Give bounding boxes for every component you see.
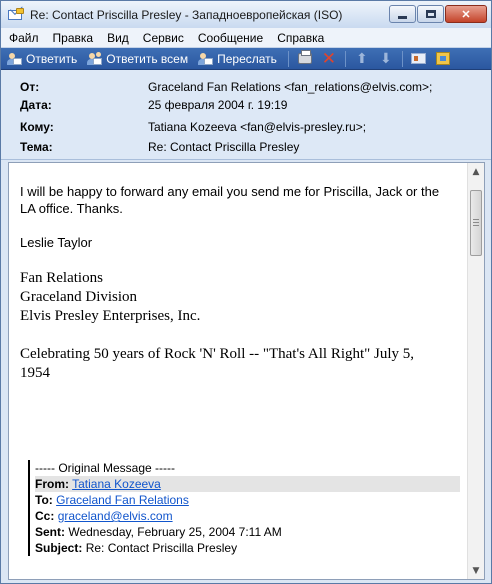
signature-line: Graceland Division	[20, 289, 138, 305]
mail-message-icon	[8, 7, 24, 22]
previous-icon: ⬆	[356, 50, 368, 67]
toolbar: Ответить Ответить всем Переслать ✕ ⬆ ⬇	[1, 48, 491, 70]
reply-icon	[7, 52, 23, 66]
vertical-scrollbar[interactable]: ▲ ▼	[467, 163, 484, 579]
body-line: I will be happy to forward any email you…	[20, 184, 440, 199]
toolbar-separator	[401, 50, 403, 67]
reply-button[interactable]: Ответить	[4, 49, 80, 69]
quoted-cc-link[interactable]: graceland@elvis.com	[58, 509, 173, 523]
quoted-from-link[interactable]: Tatiana Kozeeva	[72, 477, 161, 491]
message-header: От: Graceland Fan Relations <fan_relatio…	[1, 70, 491, 160]
original-message-header: ----- Original Message -----	[35, 461, 176, 475]
message-text: I will be happy to forward any email you…	[20, 183, 460, 383]
menu-tools[interactable]: Сервис	[143, 31, 184, 45]
quoted-message: ----- Original Message ----- From: Tatia…	[28, 460, 460, 556]
message-body[interactable]: I will be happy to forward any email you…	[8, 162, 485, 580]
forward-label: Переслать	[217, 51, 277, 66]
print-icon	[297, 50, 312, 64]
print-button[interactable]	[296, 50, 314, 68]
minimize-icon	[398, 15, 407, 19]
from-label: От:	[20, 80, 40, 94]
toolbar-separator	[344, 50, 346, 67]
menu-view[interactable]: Вид	[107, 31, 129, 45]
scroll-up-icon: ▲	[472, 166, 480, 177]
quoted-to-row: To: Graceland Fan Relations	[35, 492, 460, 508]
date-label: Дата:	[20, 98, 52, 112]
quoted-sent-label: Sent:	[35, 525, 65, 539]
scroll-down-button[interactable]: ▼	[468, 562, 484, 579]
next-button[interactable]: ⬇	[377, 50, 395, 68]
addresses-icon	[411, 53, 427, 64]
close-button[interactable]: ✕	[445, 5, 487, 23]
reply-label: Ответить	[26, 51, 78, 66]
quoted-cc-row: Cc: graceland@elvis.com	[35, 508, 460, 524]
grid-button[interactable]	[434, 50, 452, 68]
reply-all-button[interactable]: Ответить всем	[84, 49, 191, 69]
scroll-grip	[473, 219, 479, 220]
message-window: Re: Contact Priscilla Presley - Западное…	[0, 0, 492, 584]
quoted-to-label: To:	[35, 493, 53, 507]
close-icon: ✕	[461, 8, 471, 21]
quoted-sent-value: Wednesday, February 25, 2004 7:11 AM	[68, 525, 282, 539]
menu-message[interactable]: Сообщение	[198, 31, 263, 45]
date-value: 25 февраля 2004 г. 19:19	[148, 98, 288, 112]
signature-line: Elvis Presley Enterprises, Inc.	[20, 308, 201, 324]
title-bar[interactable]: Re: Contact Priscilla Presley - Западное…	[1, 1, 491, 28]
forward-button[interactable]: Переслать	[195, 49, 280, 69]
quoted-from-row: From: Tatiana Kozeeva	[35, 476, 460, 492]
scroll-grip	[473, 222, 479, 223]
addresses-button[interactable]	[410, 50, 428, 68]
scroll-down-icon: ▼	[472, 565, 480, 576]
quoted-subject-label: Subject:	[35, 541, 83, 555]
next-icon: ⬇	[380, 50, 392, 67]
signature-line: Fan Relations	[20, 270, 103, 286]
from-value[interactable]: Graceland Fan Relations <fan_relations@e…	[148, 80, 432, 94]
body-line: LA office. Thanks.	[20, 201, 123, 216]
scroll-up-button[interactable]: ▲	[468, 163, 484, 180]
grid-icon	[435, 52, 450, 65]
delete-icon: ✕	[321, 48, 337, 69]
header-to-row: Кому: Tatiana Kozeeva <fan@elvis-presley…	[1, 116, 491, 138]
toolbar-separator	[287, 50, 289, 67]
quoted-sent-row: Sent: Wednesday, February 25, 2004 7:11 …	[35, 524, 460, 540]
maximize-icon	[425, 10, 436, 18]
scroll-thumb[interactable]	[470, 190, 482, 256]
menu-file[interactable]: Файл	[9, 31, 39, 45]
celebrating-line: Celebrating 50 years of Rock 'N' Roll --…	[20, 346, 415, 362]
header-subject-row: Тема: Re: Contact Priscilla Presley	[1, 136, 491, 158]
menu-help[interactable]: Справка	[277, 31, 324, 45]
celebrating-line: 1954	[20, 365, 50, 381]
forward-icon	[198, 52, 214, 66]
reply-all-icon	[87, 51, 103, 66]
quoted-to-link[interactable]: Graceland Fan Relations	[56, 493, 189, 507]
quoted-subject-row: Subject: Re: Contact Priscilla Presley	[35, 540, 460, 556]
previous-button[interactable]: ⬆	[353, 50, 371, 68]
maximize-button[interactable]	[417, 5, 444, 23]
to-label: Кому:	[20, 120, 54, 134]
quoted-cc-label: Cc:	[35, 509, 55, 523]
quoted-subject-value: Re: Contact Priscilla Presley	[85, 541, 238, 555]
to-value[interactable]: Tatiana Kozeeva <fan@elvis-presley.ru>;	[148, 120, 366, 134]
subject-value: Re: Contact Priscilla Presley	[148, 140, 300, 154]
quoted-from-label: From:	[35, 477, 69, 491]
header-date-row: Дата: 25 февраля 2004 г. 19:19	[1, 94, 491, 116]
minimize-button[interactable]	[389, 5, 416, 23]
scroll-grip	[473, 225, 479, 226]
menu-bar: Файл Правка Вид Сервис Сообщение Справка	[1, 28, 491, 48]
menu-edit[interactable]: Правка	[53, 31, 94, 45]
signature-name: Leslie Taylor	[20, 235, 93, 250]
subject-label: Тема:	[20, 140, 53, 154]
window-title: Re: Contact Priscilla Presley - Западное…	[30, 7, 343, 22]
window-controls: ✕	[389, 5, 487, 23]
delete-button[interactable]: ✕	[320, 50, 338, 68]
reply-all-label: Ответить всем	[106, 51, 189, 66]
